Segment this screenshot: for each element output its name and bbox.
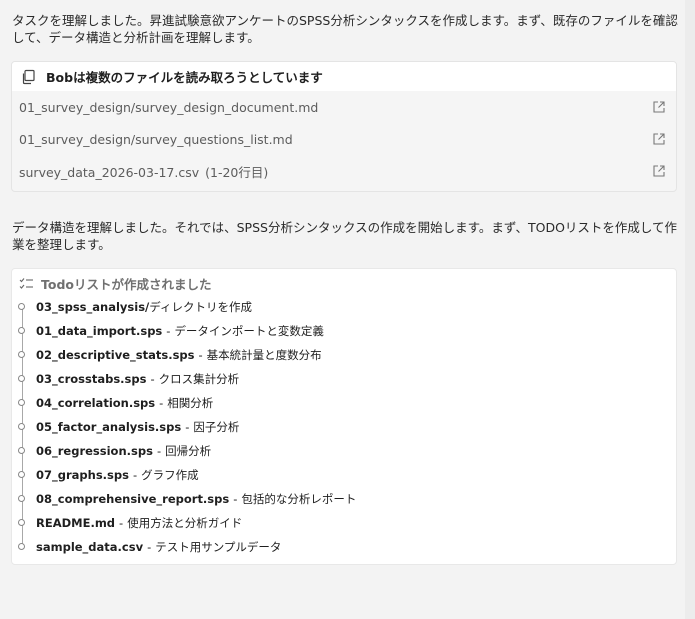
checklist-icon bbox=[19, 277, 33, 289]
file-path: 01_survey_design/survey_questions_list.m… bbox=[19, 131, 293, 147]
todo-item: 07_graphs.sps - グラフ作成 bbox=[12, 463, 676, 487]
todo-item: 02_descriptive_stats.sps - 基本統計量と度数分布 bbox=[12, 343, 676, 367]
todo-item-separator: - bbox=[119, 516, 124, 530]
scrollbar-track[interactable] bbox=[685, 0, 695, 619]
todo-item-file: 05_factor_analysis.sps bbox=[36, 420, 182, 434]
todo-status-circle-icon bbox=[18, 543, 25, 550]
todo-status-circle-icon bbox=[18, 375, 25, 382]
todo-item-separator: - bbox=[198, 348, 203, 362]
todo-status-circle-icon bbox=[18, 351, 25, 358]
todo-status-circle-icon bbox=[18, 303, 25, 310]
file-name[interactable]: 01_survey_design/survey_questions_list.m… bbox=[19, 132, 293, 147]
todo-item-file: 02_descriptive_stats.sps bbox=[36, 348, 195, 362]
todo-item-description: テスト用サンプルデータ bbox=[155, 540, 282, 554]
todo-item: 05_factor_analysis.sps - 因子分析 bbox=[12, 415, 676, 439]
todo-item-separator: - bbox=[132, 468, 138, 482]
file-row[interactable]: survey_data_2026-03-17.csv (1-20行目) bbox=[12, 155, 676, 187]
todo-item-separator: - bbox=[185, 420, 190, 434]
file-path: 01_survey_design/survey_design_document.… bbox=[19, 99, 319, 115]
todo-status-circle-icon bbox=[18, 327, 25, 334]
todo-item: 06_regression.sps - 回帰分析 bbox=[12, 439, 676, 463]
todo-item: sample_data.csv - テスト用サンプルデータ bbox=[12, 535, 676, 559]
todo-item-separator: - bbox=[147, 540, 152, 554]
todo-list: 03_spss_analysis/ディレクトリを作成 01_data_import… bbox=[12, 295, 676, 559]
todo-item: 08_comprehensive_report.sps - 包括的な分析レポート bbox=[12, 487, 676, 511]
todo-item-separator: - bbox=[159, 396, 164, 410]
todo-item: 01_data_import.sps - データインポートと変数定義 bbox=[12, 319, 676, 343]
todo-item-file: 03_crosstabs.sps bbox=[36, 372, 147, 386]
file-row[interactable]: 01_survey_design/survey_questions_list.m… bbox=[12, 123, 676, 155]
todo-item-separator: - bbox=[233, 492, 238, 506]
todo-status-circle-icon bbox=[18, 495, 25, 502]
file-read-card: Bobは複数のファイルを読み取ろうとしています 01_survey_design… bbox=[11, 61, 677, 192]
todo-item-file: 07_graphs.sps bbox=[36, 468, 129, 482]
todo-status-circle-icon bbox=[18, 471, 25, 478]
todo-item: 03_crosstabs.sps - クロス集計分析 bbox=[12, 367, 676, 391]
todo-status-circle-icon bbox=[18, 423, 25, 430]
file-read-header: Bobは複数のファイルを読み取ろうとしています bbox=[12, 62, 676, 91]
file-list: 01_survey_design/survey_design_document.… bbox=[12, 91, 676, 187]
todo-status-circle-icon bbox=[18, 447, 25, 454]
todo-item: 04_correlation.sps - 相関分析 bbox=[12, 391, 676, 415]
file-read-title: Bobは複数のファイルを読み取ろうとしています bbox=[46, 70, 323, 85]
open-external-icon[interactable] bbox=[652, 164, 666, 178]
todo-item-description: 基本統計量と度数分布 bbox=[206, 348, 322, 362]
todo-item-file: sample_data.csv bbox=[36, 540, 144, 554]
todo-item-file: 03_spss_analysis/ bbox=[36, 300, 150, 314]
todo-item-description: 因子分析 bbox=[193, 420, 240, 434]
file-line-range: (1-20行目) bbox=[205, 164, 269, 180]
todo-item-file: 08_comprehensive_report.sps bbox=[36, 492, 230, 506]
todo-item-description: 相関分析 bbox=[167, 396, 214, 410]
todo-header: Todoリストが作成されました bbox=[19, 274, 212, 293]
open-external-icon[interactable] bbox=[652, 100, 666, 114]
todo-item-file: 04_correlation.sps bbox=[36, 396, 156, 410]
todo-item-description: 回帰分析 bbox=[165, 444, 212, 458]
todo-item-file: 01_data_import.sps bbox=[36, 324, 163, 338]
todo-item-description: 包括的な分析レポート bbox=[241, 492, 357, 506]
todo-item-separator: - bbox=[156, 444, 162, 458]
todo-item-description: データインポートと変数定義 bbox=[174, 324, 324, 338]
todo-item-description: 使用方法と分析ガイド bbox=[127, 516, 243, 530]
copy-icon bbox=[22, 69, 35, 84]
todo-item-description: クロス集計分析 bbox=[158, 372, 240, 386]
file-path: survey_data_2026-03-17.csv bbox=[19, 164, 200, 180]
todo-item-description: ディレクトリを作成 bbox=[149, 300, 252, 314]
todo-item-file: 06_regression.sps bbox=[36, 444, 153, 458]
file-name[interactable]: survey_data_2026-03-17.csv (1-20行目) bbox=[19, 162, 268, 181]
todo-item-file: README.md bbox=[36, 516, 116, 530]
todo-item-separator: - bbox=[150, 372, 155, 386]
todo-status-circle-icon bbox=[18, 399, 25, 406]
file-row[interactable]: 01_survey_design/survey_design_document.… bbox=[12, 91, 676, 123]
todo-item: 03_spss_analysis/ディレクトリを作成 bbox=[12, 295, 676, 319]
assistant-message-followup: データ構造を理解しました。それでは、SPSS分析シンタックスの作成を開始します。… bbox=[12, 220, 678, 252]
todo-card: Todoリストが作成されました 03_spss_analysis/ディレクトリを… bbox=[11, 268, 677, 565]
assistant-message-intro: タスクを理解しました。昇進試験意欲アンケートのSPSS分析シンタックスを作成しま… bbox=[12, 13, 678, 45]
todo-item: README.md - 使用方法と分析ガイド bbox=[12, 511, 676, 535]
todo-item-separator: - bbox=[166, 324, 171, 338]
open-external-icon[interactable] bbox=[652, 132, 666, 146]
todo-title: Todoリストが作成されました bbox=[41, 277, 212, 292]
todo-item-description: グラフ作成 bbox=[141, 468, 199, 482]
file-name[interactable]: 01_survey_design/survey_design_document.… bbox=[19, 100, 318, 115]
todo-status-circle-icon bbox=[18, 519, 25, 526]
